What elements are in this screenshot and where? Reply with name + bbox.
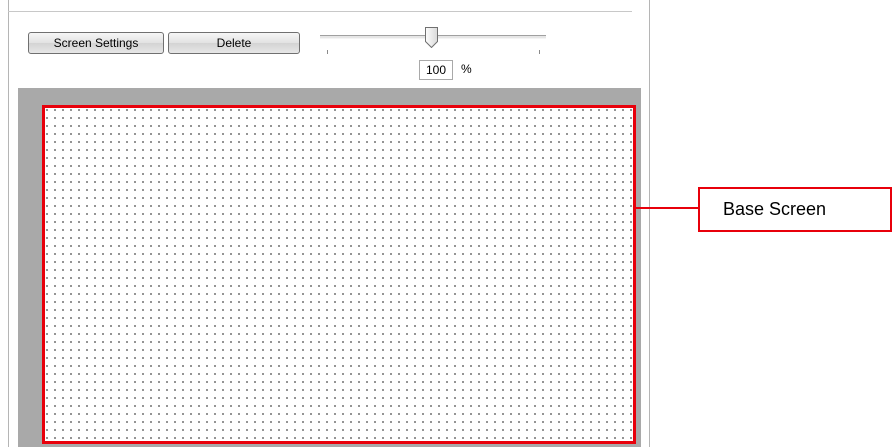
zoom-value-field[interactable]: 100 bbox=[419, 60, 453, 80]
delete-button[interactable]: Delete bbox=[168, 32, 300, 54]
zoom-slider-thumb[interactable] bbox=[425, 27, 438, 48]
zoom-unit-label: % bbox=[461, 62, 472, 76]
screen-settings-button[interactable]: Screen Settings bbox=[28, 32, 164, 54]
callout-leader-line bbox=[636, 207, 700, 209]
zoom-slider-tick-max bbox=[539, 50, 540, 54]
zoom-slider-tick-min bbox=[327, 50, 328, 54]
panel-divider bbox=[8, 11, 632, 12]
base-screen-canvas[interactable] bbox=[42, 105, 636, 444]
base-screen-callout: Base Screen bbox=[698, 187, 892, 232]
